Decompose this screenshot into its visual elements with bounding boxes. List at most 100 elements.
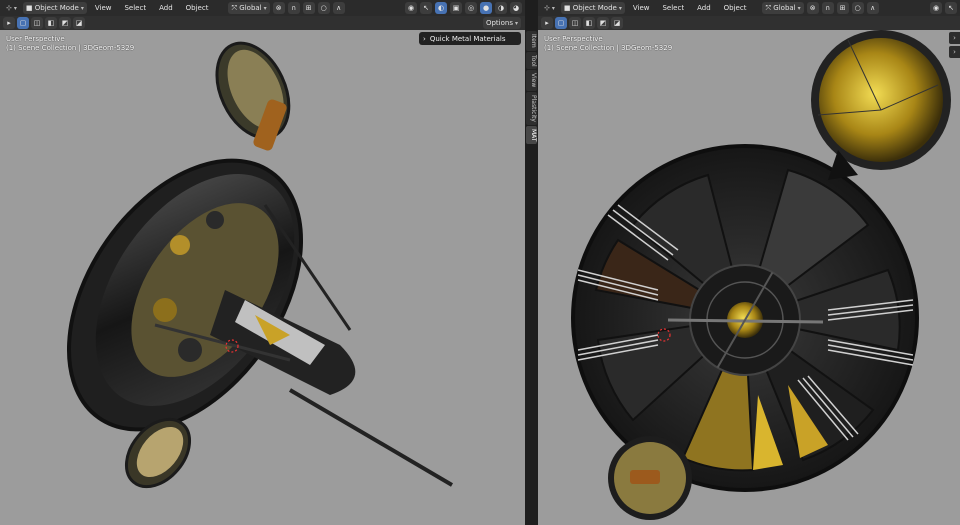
tool-select[interactable]: ▸	[3, 17, 15, 29]
shading-rendered[interactable]: ◕	[510, 2, 522, 14]
cursor-icon: ↖	[423, 4, 429, 12]
xray-toggle[interactable]: ▣	[450, 2, 462, 14]
box-select-icon: ▢	[19, 19, 27, 27]
magnet-icon: ∩	[291, 4, 297, 12]
tab-view[interactable]: View	[526, 70, 537, 91]
sphere-icon: ●	[482, 4, 490, 12]
circle-icon: ○	[320, 4, 327, 12]
menu-object[interactable]: Object	[719, 4, 752, 12]
left-viewport[interactable]: ⊹ ▾ ■ Object Mode ▾ View Select Add Object…	[0, 0, 525, 525]
play-icon: ▸	[7, 19, 11, 27]
link-icon: ⊗	[809, 4, 816, 12]
snap-button[interactable]: ∩	[821, 2, 834, 14]
snap-button[interactable]: ∩	[287, 2, 300, 14]
satellite-render-front	[571, 30, 951, 520]
select-box[interactable]: ▢	[555, 17, 567, 29]
quick-metal-panel-header[interactable]: › Quick Metal Materials	[419, 32, 521, 45]
gizmo-toggle[interactable]: ↖	[945, 2, 957, 14]
editor-type-button[interactable]: ⊹ ▾	[3, 2, 20, 14]
overlay-icon: ◐	[437, 4, 445, 12]
menu-select[interactable]: Select	[119, 4, 151, 12]
tab-plasticity[interactable]: Plasticity	[526, 91, 537, 125]
shading-wire[interactable]: ◎	[465, 2, 477, 14]
shading-material[interactable]: ◑	[495, 2, 507, 14]
tab-item[interactable]: Item	[526, 31, 537, 51]
tool-select[interactable]: ▸	[541, 17, 553, 29]
toolbar-expand-button[interactable]: ›	[949, 46, 960, 58]
perspective-label: User Perspective	[544, 35, 603, 43]
right-header: ⊹ ▾ ■ Object Mode ▾ View Select Add Object…	[538, 0, 960, 16]
visibility-button[interactable]: ◉	[405, 2, 417, 14]
visibility-button[interactable]: ◉	[930, 2, 942, 14]
collection-label: (1) Scene Collection | 3DGeom-5329	[544, 44, 673, 52]
invert-icon: ◩	[61, 19, 69, 27]
perspective-label: User Perspective	[6, 35, 65, 43]
extend-icon: ◫	[33, 19, 41, 27]
sidebar-expand-button[interactable]: ›	[949, 32, 960, 44]
subtract-icon: ◧	[47, 19, 55, 27]
extend-icon: ◫	[571, 19, 579, 27]
proportional-button[interactable]: ○	[317, 2, 330, 14]
pivot-button[interactable]: ⊗	[806, 2, 819, 14]
xray-icon: ▣	[452, 4, 460, 12]
axes-icon: ⊹	[6, 4, 12, 12]
satellite-render-side	[66, 41, 454, 489]
gizmo-icon: ⤧	[765, 3, 774, 12]
viewport-info: User Perspective (1) Scene Collection | …	[544, 35, 672, 53]
editor-type-button[interactable]: ⊹ ▾	[541, 2, 558, 14]
right-viewport[interactable]: ⊹ ▾ ■ Object Mode ▾ View Select Add Object…	[538, 0, 960, 525]
falloff-button[interactable]: ∧	[866, 2, 879, 14]
falloff-icon: ∧	[870, 4, 876, 12]
menu-object[interactable]: Object	[181, 4, 214, 12]
select-extend[interactable]: ◫	[569, 17, 581, 29]
cursor-icon: ↖	[948, 4, 954, 12]
falloff-button[interactable]: ∧	[332, 2, 345, 14]
orientation-select[interactable]: ⤧ Global ▾	[228, 2, 270, 14]
proportional-button[interactable]: ○	[851, 2, 864, 14]
snap-target-button[interactable]: ⊞	[836, 2, 849, 14]
select-intersect[interactable]: ◪	[73, 17, 85, 29]
menu-add[interactable]: Add	[692, 4, 716, 12]
orientation-select[interactable]: ⤧ Global ▾	[762, 2, 804, 14]
circle-icon: ○	[854, 4, 861, 12]
collection-label: (1) Scene Collection | 3DGeom-5329	[6, 44, 135, 52]
select-invert[interactable]: ◩	[59, 17, 71, 29]
menu-add[interactable]: Add	[154, 4, 178, 12]
select-extend[interactable]: ◫	[31, 17, 43, 29]
play-icon: ▸	[545, 19, 549, 27]
left-tool-header: ▸ ▢ ◫ ◧ ◩ ◪	[0, 16, 525, 30]
select-box[interactable]: ▢	[17, 17, 29, 29]
magnet-icon: ∩	[825, 4, 831, 12]
gizmo-toggle[interactable]: ↖	[420, 2, 432, 14]
subtract-icon: ◧	[585, 19, 593, 27]
grid-icon: ⊞	[839, 4, 846, 12]
render-icon: ◕	[512, 4, 520, 12]
box-select-icon: ▢	[557, 19, 565, 27]
chevron-right-icon: ›	[953, 34, 956, 42]
options-button[interactable]: Options ▾	[482, 17, 521, 29]
select-subtract[interactable]: ◧	[45, 17, 57, 29]
select-intersect[interactable]: ◪	[611, 17, 623, 29]
eye-icon: ◉	[932, 4, 940, 12]
select-subtract[interactable]: ◧	[583, 17, 595, 29]
select-invert[interactable]: ◩	[597, 17, 609, 29]
overlay-toggle[interactable]: ◐	[435, 2, 447, 14]
menu-view[interactable]: View	[90, 4, 117, 12]
material-icon: ◑	[497, 4, 505, 12]
chevron-right-icon: ›	[423, 34, 426, 43]
tab-mat[interactable]: MAT	[526, 125, 537, 145]
intersect-icon: ◪	[613, 19, 621, 27]
eye-icon: ◉	[407, 4, 415, 12]
menu-select[interactable]: Select	[657, 4, 689, 12]
snap-target-button[interactable]: ⊞	[302, 2, 315, 14]
shading-solid[interactable]: ●	[480, 2, 492, 14]
intersect-icon: ◪	[75, 19, 83, 27]
tab-tool[interactable]: Tool	[526, 51, 537, 70]
cube-icon: ■	[25, 4, 35, 12]
menu-view[interactable]: View	[628, 4, 655, 12]
mode-select[interactable]: ■ Object Mode ▾	[22, 2, 87, 14]
chevron-right-icon: ›	[953, 48, 956, 56]
mode-select[interactable]: ■ Object Mode ▾	[560, 2, 625, 14]
left-header: ⊹ ▾ ■ Object Mode ▾ View Select Add Object…	[0, 0, 525, 16]
pivot-button[interactable]: ⊗	[272, 2, 285, 14]
